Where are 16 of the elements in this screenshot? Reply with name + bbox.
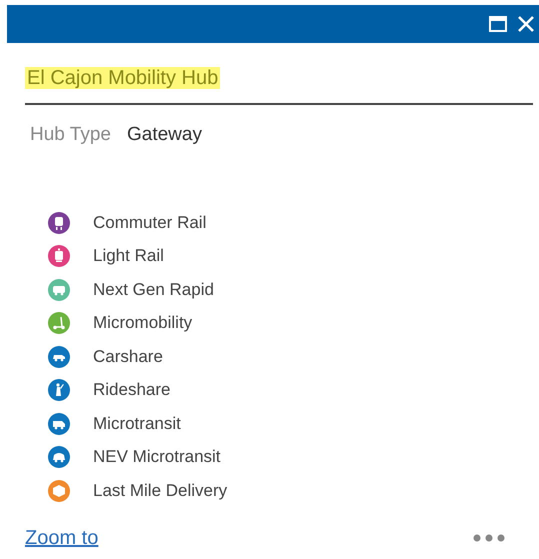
popup-title: El Cajon Mobility Hub bbox=[25, 67, 220, 89]
mode-label: Light Rail bbox=[93, 245, 164, 268]
mode-label: Microtransit bbox=[93, 412, 181, 435]
mode-label: NEV Microtransit bbox=[93, 446, 221, 468]
mode-label: Carshare bbox=[93, 346, 163, 368]
field-value: Gateway bbox=[126, 123, 202, 147]
maximize-icon[interactable] bbox=[489, 16, 507, 32]
zoom-to-link[interactable]: Zoom to bbox=[25, 522, 98, 552]
field-label: Hub Type bbox=[30, 123, 111, 147]
mode-label: Last Mile Delivery bbox=[93, 480, 228, 502]
mode-label: Commuter Rail bbox=[93, 212, 206, 234]
mode-label: Rideshare bbox=[93, 379, 170, 402]
mode-label: Micromobility bbox=[93, 312, 192, 334]
more-icon[interactable] bbox=[473, 534, 505, 542]
mode-label: Next Gen Rapid bbox=[93, 278, 214, 301]
close-icon[interactable] bbox=[517, 15, 535, 33]
